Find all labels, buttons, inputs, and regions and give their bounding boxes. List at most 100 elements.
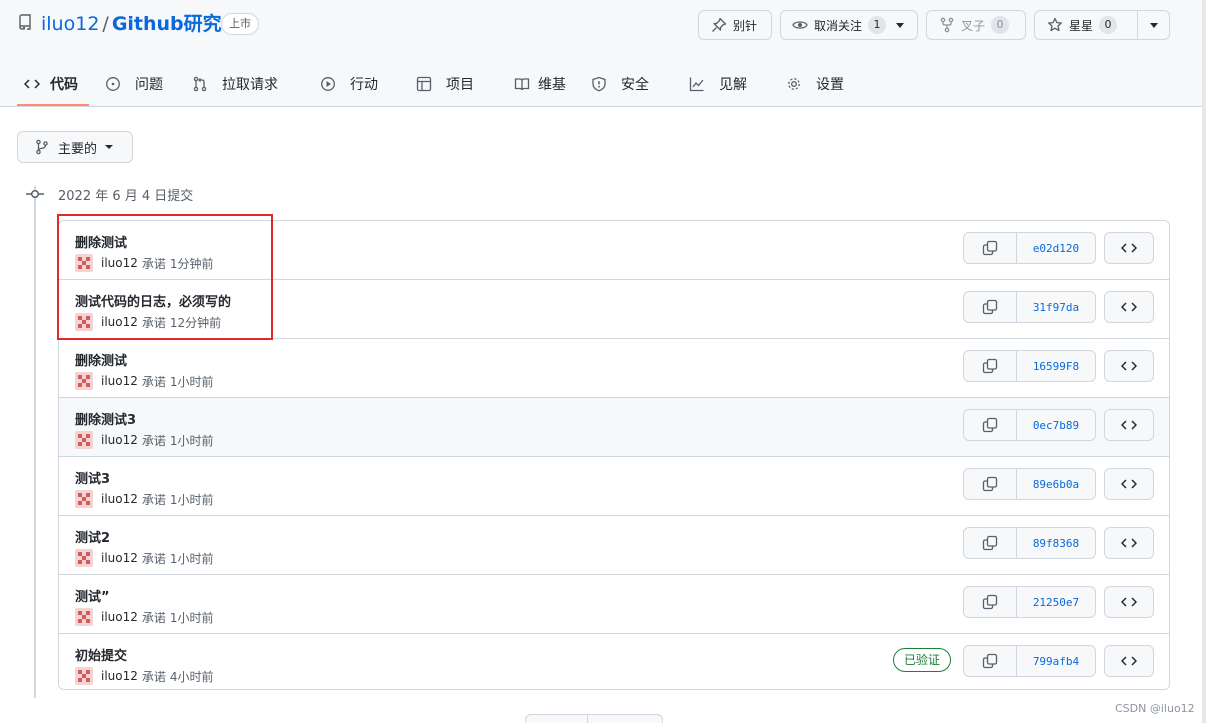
commit-title-link[interactable]: 测试3 [75,468,110,487]
pin-icon [712,17,727,32]
caret-down-icon [105,145,114,149]
commit-sha-link[interactable]: e02d120 [1016,232,1096,264]
tab-label: 设置 [816,77,844,93]
tab-code[interactable]: 代码 [24,62,78,106]
tab-label: 拉取请求 [222,77,278,93]
code-icon [1121,656,1137,666]
tab-actions[interactable]: 行动 [320,62,378,106]
avatar[interactable] [75,490,93,508]
gear-icon [788,78,800,90]
commit-sha-link[interactable]: 89f8368 [1016,527,1096,559]
star-count: 0 [1099,16,1118,34]
commit-author-link[interactable]: iluo12 [101,374,138,388]
table-row[interactable]: 测试2 iluo12 承诺 1小时前 89f8368 [59,516,1169,575]
tab-label: 安全 [621,77,649,93]
browse-repo-button[interactable] [1104,409,1154,441]
tab-issues[interactable]: 问题 [105,62,163,106]
commit-meta: iluo12 承诺 4小时前 [75,667,214,685]
tab-settings[interactable]: 设置 [786,62,844,106]
table-row[interactable]: 测试3 iluo12 承诺 1小时前 89e6b0a [59,457,1169,516]
fork-button[interactable]: 叉子 0 [926,10,1026,40]
book-icon [514,78,530,91]
table-row[interactable]: 删除测试 iluo12 承诺 1小时前 16599F8 [59,339,1169,398]
avatar[interactable] [75,608,93,626]
browse-repo-button[interactable] [1104,291,1154,323]
browse-repo-button[interactable] [1104,586,1154,618]
code-icon [1121,538,1137,548]
star-list-dropdown[interactable] [1137,10,1170,40]
commit-sha-link[interactable]: 799afb4 [1016,645,1096,677]
scrollbar[interactable] [1202,0,1206,723]
commit-title-link[interactable]: 删除测试 [75,350,127,369]
star-button[interactable]: 星星 0 [1034,10,1138,40]
table-row[interactable]: 初始提交 iluo12 承诺 4小时前 已验证 799afb4 [59,634,1169,689]
issue-icon [106,77,120,91]
tab-wiki[interactable]: 维基 [514,62,566,106]
commit-sha-link[interactable]: 31f97da [1016,291,1096,323]
commit-sha-link[interactable]: 21250e7 [1016,586,1096,618]
pin-button[interactable]: 别针 [698,10,772,40]
graph-icon [689,77,704,92]
avatar[interactable] [75,431,93,449]
copy-sha-button[interactable] [963,586,1017,618]
commit-sha-link[interactable]: 0ec7b89 [1016,409,1096,441]
copy-sha-button[interactable] [963,468,1017,500]
copy-sha-button[interactable] [963,350,1017,382]
watermark: CSDN @iluo12 [1115,702,1195,715]
copy-icon [982,417,998,433]
browse-repo-button[interactable] [1104,527,1154,559]
commit-author-link[interactable]: iluo12 [101,551,138,565]
copy-icon [982,594,998,610]
copy-sha-button[interactable] [963,527,1017,559]
commit-meta: iluo12 承诺 1小时前 [75,431,214,449]
commit-time: 1小时前 [169,433,214,448]
verified-badge[interactable]: 已验证 [893,648,952,672]
tab-insights[interactable]: 见解 [689,62,747,106]
commit-time: 1小时前 [169,374,214,389]
commit-title-link[interactable]: 测试2 [75,527,110,546]
repo-owner-link[interactable]: iluo12 [41,13,99,35]
play-icon [321,77,335,91]
table-row[interactable]: 测试” iluo12 承诺 1小时前 21250e7 [59,575,1169,634]
commit-sha-link[interactable]: 89e6b0a [1016,468,1096,500]
copy-sha-button[interactable] [963,291,1017,323]
commit-author-link[interactable]: iluo12 [101,669,138,683]
tab-label: 代码 [50,77,78,93]
watch-label: 取消关注 [814,18,863,33]
commit-sha-link[interactable]: 16599F8 [1016,350,1096,382]
star-icon [1048,17,1062,32]
tab-label: 维基 [538,77,566,93]
commit-title-link[interactable]: 初始提交 [75,645,127,664]
commit-time: 4小时前 [169,669,214,684]
code-icon [24,79,40,89]
table-icon [416,76,432,92]
tab-pull-requests[interactable]: 拉取请求 [192,62,278,106]
commit-author-link[interactable]: iluo12 [101,433,138,447]
branch-selector-button[interactable]: 主要的 [17,131,133,163]
table-row[interactable]: 删除测试3 iluo12 承诺 1小时前 0ec7b89 [59,398,1169,457]
commit-title-link[interactable]: 测试” [75,586,110,605]
browse-repo-button[interactable] [1104,645,1154,677]
browse-repo-button[interactable] [1104,468,1154,500]
commit-author-link[interactable]: iluo12 [101,492,138,506]
annotation-highlight-box [57,214,273,340]
browse-repo-button[interactable] [1104,232,1154,264]
watch-button[interactable]: 取消关注 1 [780,10,918,40]
copy-sha-button[interactable] [963,645,1017,677]
commit-meta: iluo12 承诺 1小时前 [75,372,214,390]
browse-repo-button[interactable] [1104,350,1154,382]
avatar[interactable] [75,372,93,390]
commit-time: 1小时前 [169,610,214,625]
commit-action: 承诺 [141,551,166,566]
copy-sha-button[interactable] [963,232,1017,264]
tab-projects[interactable]: 项目 [416,62,474,106]
tab-security[interactable]: 安全 [591,62,649,106]
commit-title-link[interactable]: 删除测试3 [75,409,136,428]
repo-name-link[interactable]: Github研究 [112,13,222,35]
repo-header: iluo12/Github研究 上市 别针 取消关注 1 叉子 0 星星 0 代… [0,0,1202,107]
copy-sha-button[interactable] [963,409,1017,441]
avatar[interactable] [75,667,93,685]
avatar[interactable] [75,549,93,567]
commit-author-link[interactable]: iluo12 [101,610,138,624]
pagination [525,714,663,723]
